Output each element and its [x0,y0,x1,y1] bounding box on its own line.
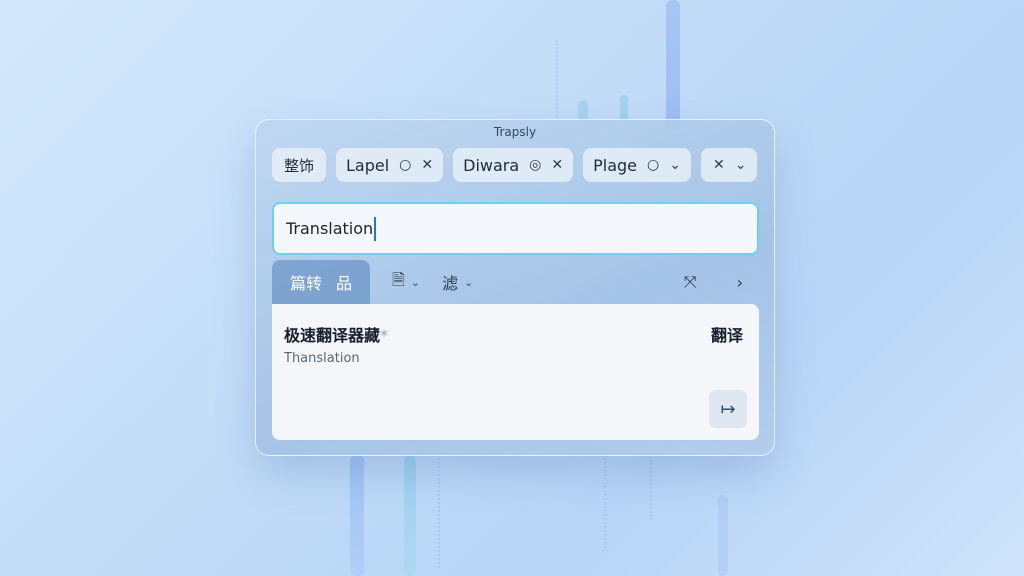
bg-dots [650,460,652,520]
chip-category[interactable]: 整饰 [272,148,326,182]
search-input[interactable] [286,219,757,238]
window-title: Trapsly [493,125,537,139]
arrow-right-icon: ↦ [720,398,736,420]
star-mark: * [380,326,389,345]
chip-plage[interactable]: Plage ○ ⌄ [583,148,691,182]
bg-streak [350,455,364,576]
text-caret [374,217,376,241]
chip-label: Lapel [346,155,390,175]
expand-icon[interactable]: ⤧ [684,272,697,292]
chip-label: 整饰 [283,156,314,175]
translate-action[interactable]: 翻译 [711,322,743,346]
filter-dropdown[interactable]: 滤 ⌄ [442,270,473,294]
bg-dots [556,40,558,120]
document-dropdown[interactable]: 🗎 ⌄ [392,269,420,296]
bg-dots [438,458,440,568]
result-card[interactable]: 极速翻译器藏* Thanslation 翻译 ↦ [272,304,759,440]
tab-label: 篇转 [289,274,322,293]
filter-chip-row: 整饰 Lapel ○ ✕ Diwara ◎ ✕ Plage ○ ⌄ ✕ ⌄ [272,148,757,182]
circle-icon: ○ [399,157,412,173]
tab-label: 品 [336,274,353,293]
translator-window: Trapsly 整饰 Lapel ○ ✕ Diwara ◎ ✕ Plage ○ … [255,119,775,456]
bg-dots [604,458,606,548]
chevron-down-icon: ⌄ [410,275,421,289]
bg-streak [718,495,728,576]
bg-streak [666,0,680,130]
chevron-down-icon: ⌄ [464,275,474,289]
toolbar-right: ⤧ › [684,272,759,292]
chip-diwara[interactable]: Diwara ◎ ✕ [453,148,574,182]
chevron-right-icon[interactable]: › [737,273,743,292]
target-icon: ◎ [529,157,542,173]
chip-overflow[interactable]: ✕ ⌄ [700,148,757,182]
close-icon[interactable]: ✕ [421,157,433,173]
go-button[interactable]: ↦ [709,390,747,428]
search-field[interactable] [272,202,759,255]
document-icon: 🗎 [392,269,405,289]
bg-streak [404,455,416,576]
chip-label: Plage [593,155,638,175]
close-icon[interactable]: ✕ [713,157,725,173]
result-subtitle: Thanslation [284,351,360,366]
result-toolbar: 篇转 品 🗎 ⌄ 滤 ⌄ ⤧ › [272,260,759,304]
tab-results[interactable]: 篇转 品 [272,260,370,304]
filter-label: 滤 [442,274,459,293]
result-title: 极速翻译器藏* [284,322,388,346]
close-icon[interactable]: ✕ [551,157,563,173]
result-title-text: 极速翻译器藏 [284,326,381,345]
chip-label: Diwara [463,155,520,175]
circle-icon: ○ [647,157,660,173]
chevron-down-icon[interactable]: ⌄ [669,157,681,173]
chip-lapel[interactable]: Lapel ○ ✕ [336,148,444,182]
chevron-down-icon[interactable]: ⌄ [735,157,747,173]
